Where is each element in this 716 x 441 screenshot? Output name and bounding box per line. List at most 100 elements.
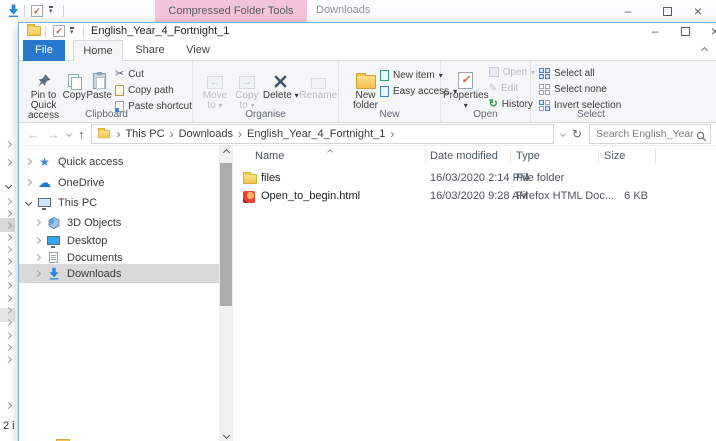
refresh-icon[interactable]: ↻	[572, 127, 582, 141]
collapse-ribbon-icon[interactable]	[700, 46, 709, 55]
tab-file[interactable]: File	[23, 40, 65, 61]
sidebar-item-3d-objects[interactable]: 3D Objects	[19, 213, 219, 232]
pencil-icon: ✎	[488, 82, 497, 94]
close-button[interactable]: ×	[699, 20, 716, 42]
copy-icon	[67, 65, 82, 90]
column-divider[interactable]	[655, 149, 656, 164]
close-button[interactable]: ×	[682, 0, 714, 22]
scroll-down-icon[interactable]	[219, 429, 233, 441]
tree-chevron-icon[interactable]	[4, 140, 13, 149]
chevron-down-icon[interactable]	[24, 198, 33, 207]
column-divider[interactable]	[510, 149, 511, 164]
tab-share[interactable]: Share	[127, 40, 173, 61]
ribbon-tools-tab[interactable]: Compressed Folder Tools	[155, 0, 307, 22]
column-header-type[interactable]: Type	[516, 150, 540, 162]
tree-chevron-icon[interactable]	[4, 197, 13, 206]
new-folder-button[interactable]: New folder	[353, 61, 378, 111]
tree-chevron-icon[interactable]	[4, 181, 13, 190]
back-button[interactable]: ←	[27, 128, 40, 141]
copy-button[interactable]: Copy	[62, 61, 86, 101]
tree-chevron-icon[interactable]	[4, 355, 13, 364]
group-label-new: New	[379, 109, 400, 120]
tree-chevron-icon[interactable]	[4, 245, 13, 254]
forward-button[interactable]: →	[47, 128, 60, 141]
ribbon-tab-bar: File Home Share View	[19, 40, 716, 62]
open-button[interactable]: Open ▾	[488, 64, 535, 80]
maximize-button[interactable]	[651, 0, 683, 22]
select-all-button[interactable]: Select all	[539, 65, 651, 81]
crumb-separator-icon: ›	[169, 127, 174, 141]
tree-chevron-icon[interactable]	[4, 343, 13, 352]
up-button[interactable]: ↑	[78, 128, 85, 141]
tab-home[interactable]: Home	[73, 40, 123, 62]
open-icon	[488, 67, 499, 77]
background-titlebar: ✓ ▾ Compressed Folder Tools Downloads – …	[0, 0, 716, 22]
maximize-icon	[662, 6, 672, 16]
copy-to-button[interactable]: → Copy to ▾	[231, 61, 263, 111]
edit-button[interactable]: ✎ Edit	[489, 80, 535, 96]
customize-toolbar-icon[interactable]: ▾	[49, 6, 53, 15]
table-row[interactable]: Open_to_begin.html 16/03/2020 9:28 AM Fi…	[233, 188, 716, 206]
minimize-button[interactable]: –	[612, 0, 644, 22]
sidebar-item-onedrive[interactable]: ☁ OneDrive	[19, 173, 219, 192]
tree-chevron-icon[interactable]	[4, 269, 13, 278]
recent-locations-icon[interactable]	[66, 131, 72, 137]
tab-view[interactable]: View	[177, 40, 219, 61]
delete-x-icon	[273, 65, 288, 89]
button-label: History	[501, 98, 533, 110]
copy-path-button[interactable]: Copy path	[115, 82, 192, 98]
button-label: New item	[393, 69, 435, 81]
column-header-date-modified[interactable]: Date modified	[430, 150, 498, 162]
column-divider[interactable]	[598, 149, 599, 164]
sidebar-item-quick-access[interactable]: ★ Quick access	[19, 152, 219, 171]
file-name[interactable]: files	[261, 172, 281, 184]
file-name[interactable]: Open_to_begin.html	[261, 190, 360, 202]
column-header-size[interactable]: Size	[604, 150, 625, 162]
tree-chevron-icon[interactable]	[4, 401, 13, 410]
select-none-button[interactable]: Select none	[539, 81, 651, 97]
properties-quickaccess-icon[interactable]: ✓	[53, 25, 65, 37]
tree-chevron-icon[interactable]	[4, 294, 13, 303]
table-row[interactable]: files 16/03/2020 2:14 PM File folder	[233, 170, 716, 188]
column-divider[interactable]	[425, 149, 426, 164]
delete-button[interactable]: Delete ▾	[263, 61, 299, 101]
customize-toolbar-icon[interactable]: ▾	[70, 27, 74, 36]
scroll-up-icon[interactable]	[219, 146, 233, 159]
properties-button[interactable]: ✓ Properties ▾	[443, 61, 489, 111]
tree-chevron-icon[interactable]	[4, 209, 13, 218]
breadcrumb-current-folder[interactable]: English_Year_4_Fortnight_1	[247, 128, 385, 140]
chevron-right-icon[interactable]	[33, 269, 42, 278]
cut-button[interactable]: ✂ Cut	[115, 66, 192, 82]
navigation-scrollbar[interactable]	[219, 146, 233, 441]
chevron-right-icon[interactable]	[24, 178, 33, 187]
scrollbar-thumb[interactable]	[220, 163, 232, 306]
maximize-button[interactable]	[669, 20, 701, 42]
chevron-right-icon[interactable]	[33, 236, 42, 245]
tree-chevron-icon[interactable]	[4, 257, 13, 266]
paste-button[interactable]: Paste	[86, 61, 112, 101]
address-dropdown-icon[interactable]	[560, 131, 566, 137]
tree-chevron-icon[interactable]	[4, 158, 13, 167]
tree-chevron-icon[interactable]	[4, 233, 13, 242]
chevron-right-icon[interactable]	[33, 218, 42, 227]
folder-icon	[243, 172, 257, 184]
star-icon: ★	[39, 154, 50, 169]
move-to-button[interactable]: ← Move to ▾	[199, 61, 231, 111]
minimize-button[interactable]: –	[639, 20, 671, 42]
chevron-right-icon[interactable]	[33, 253, 42, 262]
history-icon: ↻	[488, 97, 498, 110]
breadcrumb-this-pc[interactable]: This PC	[125, 128, 164, 140]
sidebar-item-downloads[interactable]: Downloads	[19, 264, 219, 283]
file-type: File folder	[516, 172, 565, 184]
rename-button[interactable]: Rename	[299, 61, 338, 101]
search-input[interactable]	[589, 124, 711, 144]
sidebar-item-this-pc[interactable]: This PC	[19, 193, 219, 212]
tree-chevron-icon[interactable]	[4, 331, 13, 340]
sidebar-item-label: This PC	[58, 196, 98, 209]
column-header-name[interactable]: Name	[255, 150, 284, 162]
tree-chevron-icon[interactable]	[4, 281, 13, 290]
breadcrumb-downloads[interactable]: Downloads	[179, 128, 233, 140]
properties-quickaccess-icon[interactable]: ✓	[31, 5, 43, 17]
chevron-right-icon[interactable]	[24, 157, 33, 166]
breadcrumb[interactable]: › This PC › Downloads › English_Year_4_F…	[91, 124, 554, 144]
